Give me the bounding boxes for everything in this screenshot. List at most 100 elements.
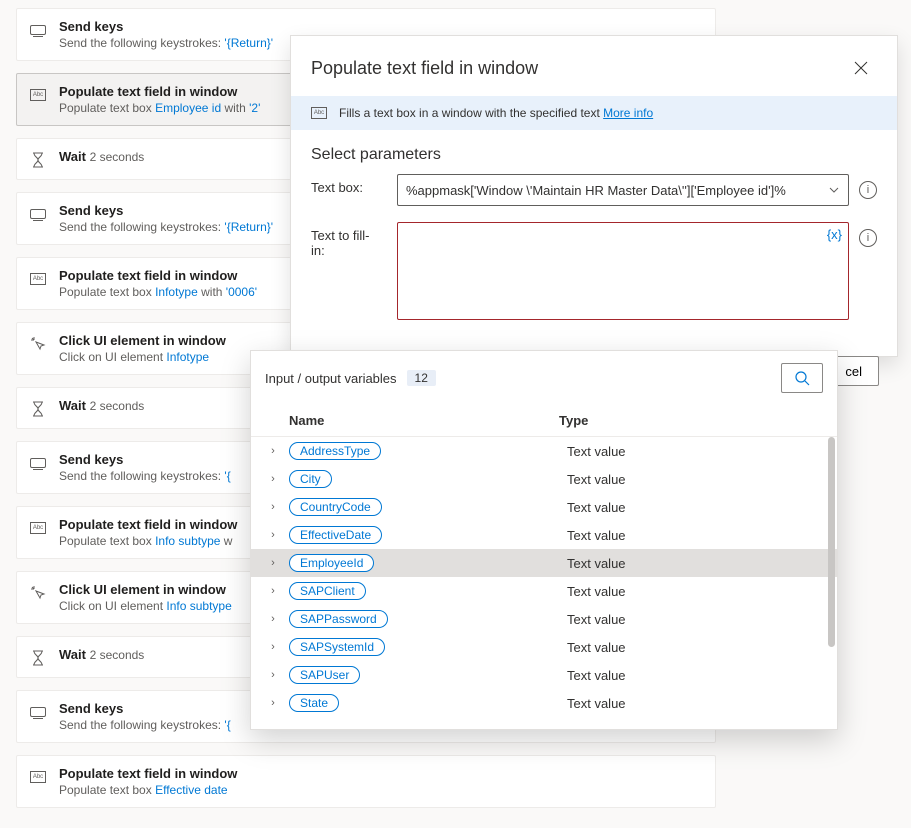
keyboard-icon: [30, 25, 46, 35]
step-subtitle: Send the following keystrokes: '{Return}…: [59, 36, 273, 50]
dialog-info-banner: Abc Fills a text box in a window with th…: [291, 96, 897, 130]
variable-row[interactable]: › City Text value: [251, 465, 837, 493]
variable-type: Text value: [567, 528, 823, 543]
keyboard-icon: [30, 707, 46, 717]
variables-list: › AddressType Text value › City Text value › Co…: [251, 437, 837, 729]
hourglass-icon: [31, 650, 45, 666]
variable-row[interactable]: › AddressType Text value: [251, 437, 837, 465]
variable-type: Text value: [567, 472, 823, 487]
dialog-info-text: Fills a text box in a window with the sp…: [339, 106, 603, 120]
variable-name-chip[interactable]: SAPClient: [289, 582, 366, 600]
variable-type: Text value: [567, 500, 823, 515]
variable-name-chip[interactable]: EffectiveDate: [289, 526, 382, 544]
keyboard-icon: [30, 458, 46, 468]
search-button[interactable]: [781, 363, 823, 393]
variable-name-chip[interactable]: CountryCode: [289, 498, 382, 516]
chevron-right-icon[interactable]: ›: [265, 529, 281, 541]
step-title: Click UI element in window: [59, 333, 226, 348]
step-subtitle: Populate text box Employee id with '2': [59, 101, 260, 115]
variable-type: Text value: [567, 444, 823, 459]
textbox-icon: Abc: [30, 771, 46, 783]
step-subtitle: Send the following keystrokes: '{: [59, 469, 231, 483]
step-suffix: seconds: [96, 150, 144, 164]
column-header-type: Type: [559, 413, 823, 428]
hourglass-icon: [31, 401, 45, 417]
fillin-label: Text to fill-in:: [311, 222, 381, 258]
textbox-label: Text box:: [311, 174, 381, 195]
variable-name-chip[interactable]: SAPPassword: [289, 610, 388, 628]
more-info-link[interactable]: More info: [603, 106, 653, 120]
variable-type: Text value: [567, 556, 823, 571]
step-subtitle: Click on UI element Infotype: [59, 350, 226, 364]
variable-name-chip[interactable]: SAPSystemId: [289, 638, 385, 656]
fillin-info-icon[interactable]: i: [859, 229, 877, 247]
variable-name-chip[interactable]: AddressType: [289, 442, 381, 460]
step-subtitle: Send the following keystrokes: '{Return}…: [59, 220, 273, 234]
variable-row[interactable]: › EmployeeId Text value: [251, 549, 837, 577]
step-subtitle: Populate text box Infotype with '0006': [59, 285, 257, 299]
step-title: Click UI element in window: [59, 582, 232, 597]
search-icon: [794, 370, 810, 386]
column-header-name: Name: [289, 413, 559, 428]
populate-text-field-dialog: Populate text field in window Abc Fills …: [290, 35, 898, 357]
textbox-selector[interactable]: %appmask['Window \'Maintain HR Master Da…: [397, 174, 849, 206]
chevron-right-icon[interactable]: ›: [265, 473, 281, 485]
scrollbar[interactable]: [828, 437, 835, 647]
variable-type: Text value: [567, 612, 823, 627]
variable-name-chip[interactable]: State: [289, 694, 339, 712]
variable-type: Text value: [567, 668, 823, 683]
flow-step[interactable]: AbcPopulate text field in windowPopulate…: [16, 755, 716, 808]
variable-row[interactable]: › CountryCode Text value: [251, 493, 837, 521]
chevron-right-icon[interactable]: ›: [265, 445, 281, 457]
close-button[interactable]: [845, 52, 877, 84]
step-title: Populate text field in window: [59, 268, 257, 283]
text-to-fill-in-input[interactable]: {x}: [397, 222, 849, 320]
chevron-down-icon: [828, 184, 840, 196]
step-title: Send keys: [59, 701, 231, 716]
step-suffix: seconds: [96, 399, 144, 413]
textbox-icon: Abc: [30, 89, 46, 101]
step-subtitle: Populate text box Info subtype w: [59, 534, 237, 548]
variable-type: Text value: [567, 640, 823, 655]
chevron-right-icon[interactable]: ›: [265, 613, 281, 625]
step-title: Send keys: [59, 203, 273, 218]
step-subtitle: Send the following keystrokes: '{: [59, 718, 231, 732]
variables-popover: Input / output variables 12 Name Type › A…: [250, 350, 838, 730]
textbox-icon: Abc: [311, 107, 327, 119]
variables-heading: Input / output variables: [265, 371, 397, 386]
step-title: Wait: [59, 647, 86, 662]
cursor-click-icon: [30, 336, 46, 352]
step-title: Send keys: [59, 452, 231, 467]
variable-name-chip[interactable]: EmployeeId: [289, 554, 374, 572]
step-subtitle: Populate text box Effective date: [59, 783, 237, 797]
chevron-right-icon[interactable]: ›: [265, 557, 281, 569]
chevron-right-icon[interactable]: ›: [265, 501, 281, 513]
dialog-title: Populate text field in window: [311, 58, 538, 79]
hourglass-icon: [31, 152, 45, 168]
chevron-right-icon[interactable]: ›: [265, 641, 281, 653]
variable-row[interactable]: › SAPPassword Text value: [251, 605, 837, 633]
select-parameters-heading: Select parameters: [291, 130, 897, 174]
step-suffix: seconds: [96, 648, 144, 662]
step-title: Populate text field in window: [59, 517, 237, 532]
variable-row[interactable]: › SAPUser Text value: [251, 661, 837, 689]
fx-variable-button[interactable]: {x}: [827, 227, 842, 242]
chevron-right-icon[interactable]: ›: [265, 585, 281, 597]
textbox-icon: Abc: [30, 522, 46, 534]
variables-count-badge: 12: [407, 370, 436, 386]
textbox-icon: Abc: [30, 273, 46, 285]
variable-row[interactable]: › EffectiveDate Text value: [251, 521, 837, 549]
variable-row[interactable]: ›SAPClientText value: [251, 577, 837, 605]
variable-name-chip[interactable]: City: [289, 470, 332, 488]
step-subtitle: Click on UI element Info subtype: [59, 599, 232, 613]
variable-name-chip[interactable]: SAPUser: [289, 666, 360, 684]
step-title: Wait: [59, 149, 86, 164]
chevron-right-icon[interactable]: ›: [265, 669, 281, 681]
variable-row[interactable]: › SAPSystemId Text value: [251, 633, 837, 661]
variable-row[interactable]: › State Text value: [251, 689, 837, 717]
chevron-right-icon[interactable]: ›: [265, 697, 281, 709]
step-title: Send keys: [59, 19, 273, 34]
cursor-click-icon: [30, 585, 46, 601]
variable-type: Text value: [567, 696, 823, 711]
textbox-info-icon[interactable]: i: [859, 181, 877, 199]
